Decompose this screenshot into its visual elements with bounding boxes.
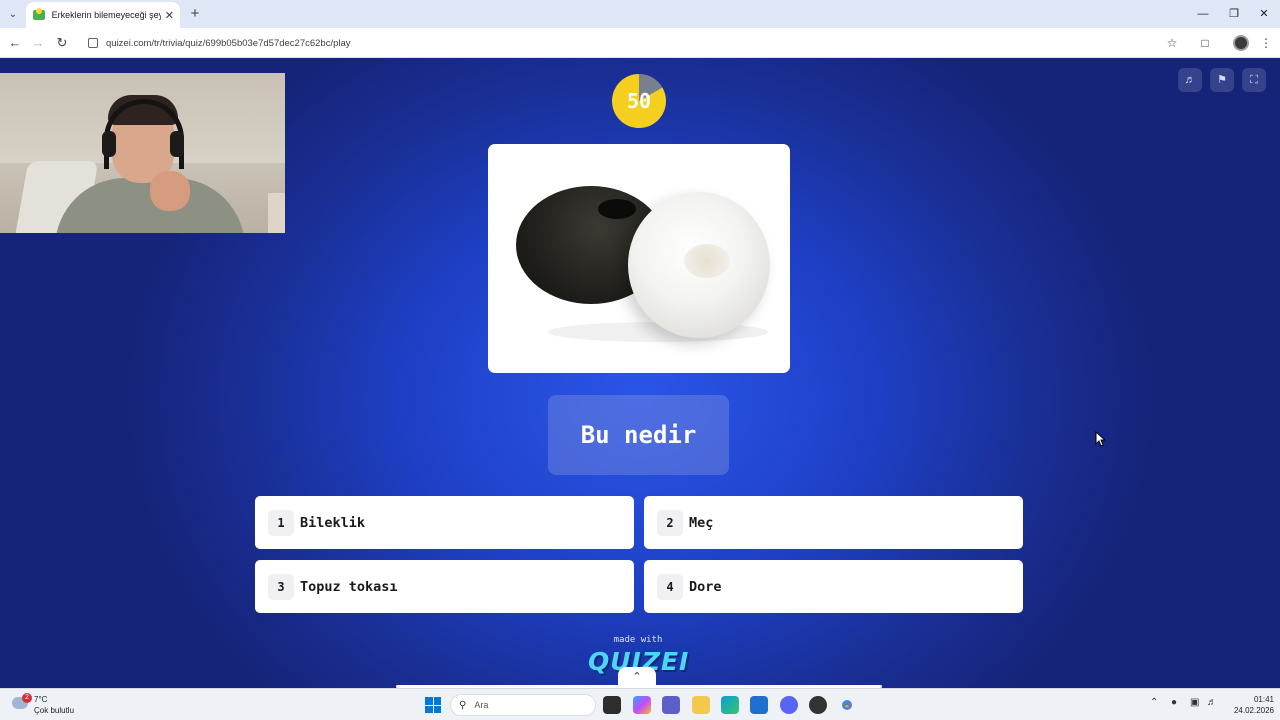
answer-label: Topuz tokası [300,578,398,595]
question-box: Bu nedir [548,395,729,475]
fullscreen-icon[interactable]: ⛶ [1242,68,1266,92]
quizei-favicon-icon [32,8,46,22]
network-icon[interactable]: ▣ [1190,697,1199,708]
answer-label: Dore [689,578,722,595]
copilot-icon[interactable] [633,696,651,714]
window-close-icon[interactable]: ✕ [1252,4,1276,24]
answer-number: 2 [657,509,683,536]
weather-badge: 2 [22,693,32,703]
app-icon[interactable] [809,696,827,714]
teams-icon[interactable] [662,696,680,714]
new-tab-icon[interactable]: + [186,5,204,23]
webcam-headset-right [170,131,184,157]
clock-time: 01:41 [1253,695,1274,704]
clock-date: 24.02.2026 [1233,706,1274,715]
answer-number: 1 [268,509,294,536]
search-icon: ⚲ [459,699,467,711]
dark-donut-hole [598,199,636,219]
white-donut-hole [684,244,730,278]
expand-chevron-up-icon[interactable]: ⌃ [618,667,656,688]
taskbar-clock[interactable]: 01:41 24.02.2026 [1222,694,1274,716]
question-text: Bu nedir [580,421,697,449]
answer-number: 4 [657,573,683,600]
address-bar[interactable]: quizei.com/tr/trivia/quiz/699b05b03e7d57… [80,31,1190,55]
weather-temperature: 7°C [34,695,48,704]
answer-option-2[interactable]: 2 Meç [644,496,1023,549]
tray-chevron-up-icon[interactable]: ⌃ [1150,697,1158,708]
browser-menu-icon[interactable]: ⋮ [1256,33,1276,53]
forward-icon[interactable]: → [28,33,48,53]
profile-avatar[interactable] [1233,35,1249,51]
webcam-headset-left [102,131,116,157]
reload-icon[interactable]: ↻ [52,33,72,53]
answer-number: 3 [268,573,294,600]
edge-icon[interactable] [721,696,739,714]
windows-start-icon[interactable] [425,697,441,713]
browser-tab[interactable]: Erkeklerin bilemeyeceği şeyler - ✕ [26,2,180,28]
bookmark-star-icon[interactable]: ☆ [1162,33,1182,53]
answer-option-4[interactable]: 4 Dore [644,560,1023,613]
webcam-person-hand [150,171,190,211]
search-placeholder: Ara [474,700,489,710]
timer-value: 50 [626,89,652,113]
restore-icon[interactable]: ❐ [1222,4,1246,24]
answer-option-3[interactable]: 3 Topuz tokası [255,560,634,613]
weather-widget[interactable]: 2 7°C Çok bulutlu [12,693,102,717]
answer-option-1[interactable]: 1 Bileklik [255,496,634,549]
tab-strip: ⌄ Erkeklerin bilemeyeceği şeyler - ✕ + —… [0,0,1280,28]
microphone-icon[interactable]: ● [1171,697,1177,708]
windows-taskbar: 2 7°C Çok bulutlu ⚲ Ara ⌃ ● ▣ ♬ 01:41 24… [0,688,1280,720]
site-info-icon[interactable] [88,38,98,48]
task-view-icon[interactable] [603,696,621,714]
report-flag-icon[interactable]: ⚑ [1210,68,1234,92]
browser-toolbar: ← → ↻ quizei.com/tr/trivia/quiz/699b05b0… [0,28,1280,58]
volume-icon[interactable]: ♬ [1207,697,1217,708]
made-with-label: made with [613,635,663,645]
file-explorer-icon[interactable] [692,696,710,714]
chrome-icon[interactable] [838,696,856,714]
discord-icon[interactable] [780,696,798,714]
weather-description: Çok bulutlu [34,706,75,715]
store-icon[interactable] [750,696,768,714]
minimize-icon[interactable]: — [1191,4,1215,24]
taskbar-search[interactable]: ⚲ Ara [450,694,596,716]
tab-close-icon[interactable]: ✕ [165,9,174,22]
mouse-cursor-icon [1095,431,1105,447]
sound-icon[interactable]: ♬ [1178,68,1202,92]
webcam-shelf [268,193,285,233]
answer-label: Bileklik [300,514,366,531]
quiz-page: 50 ♬ ⚑ ⛶ Bu nedir 1 Bileklik 2 Meç 3 Top… [0,58,1280,688]
answer-label: Meç [689,514,714,531]
countdown-timer: 50 [612,74,666,128]
url-text: quizei.com/tr/trivia/quiz/699b05b03e7d57… [106,37,351,49]
back-icon[interactable]: ← [5,33,25,53]
tab-title: Erkeklerin bilemeyeceği şeyler - [51,10,161,20]
webcam-overlay [0,73,285,233]
tab-search-icon[interactable]: ⌄ [4,5,22,23]
question-image [488,144,790,373]
extensions-icon[interactable]: □ [1195,33,1215,53]
